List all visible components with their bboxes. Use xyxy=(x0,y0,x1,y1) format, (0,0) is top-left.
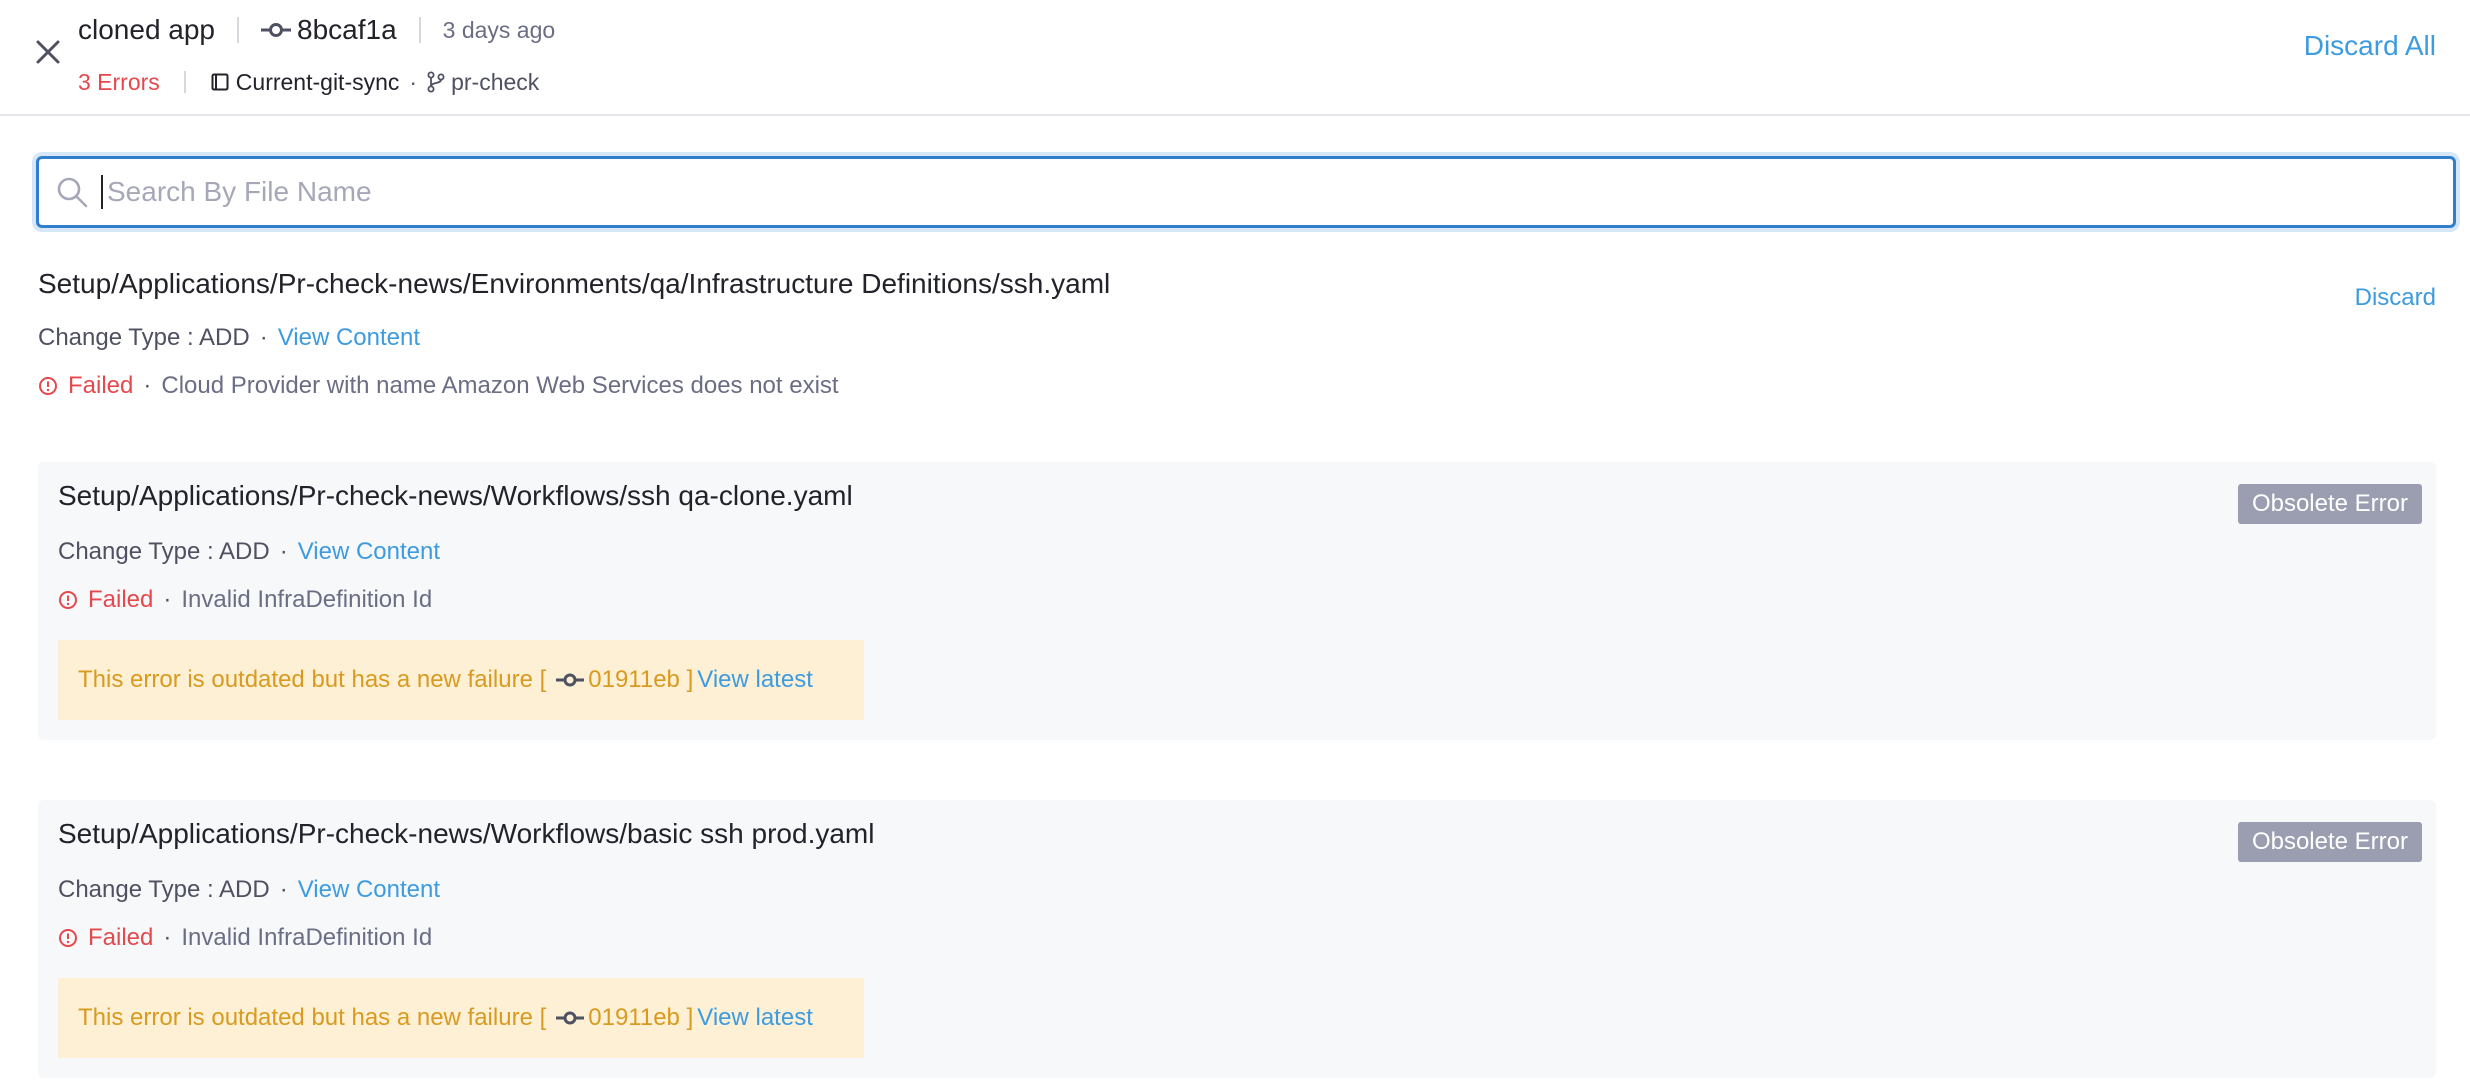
separator-dot: · xyxy=(279,876,288,903)
file-path: Setup/Applications/Pr-check-news/Workflo… xyxy=(58,480,853,511)
notice-commit: 01911eb ] xyxy=(556,1004,693,1032)
error-item: Setup/Applications/Pr-check-news/Workflo… xyxy=(38,462,2436,740)
file-path: Setup/Applications/Pr-check-news/Workflo… xyxy=(58,818,875,849)
book-icon xyxy=(211,73,229,91)
page-header: cloned app 8bcaf1a 3 days ago 3 Errors C… xyxy=(0,0,2470,116)
status-failed: Failed xyxy=(88,586,154,613)
obsolete-error-badge: Obsolete Error xyxy=(2237,822,2422,862)
view-content-link[interactable]: View Content xyxy=(278,324,420,352)
repo-name: Current-git-sync xyxy=(235,68,400,95)
separator-dot: · xyxy=(279,538,288,565)
search-icon xyxy=(55,175,89,209)
divider xyxy=(237,17,240,43)
change-type-row: Change Type : ADD · View Content xyxy=(58,538,440,566)
change-type: Change Type : ADD xyxy=(38,324,250,351)
notice-commit: 01911eb ] xyxy=(556,666,693,694)
view-latest-link[interactable]: View latest xyxy=(697,666,813,694)
status-failed: Failed xyxy=(88,924,154,951)
search-box xyxy=(36,156,2456,228)
change-type: Change Type : ADD xyxy=(58,538,270,565)
view-content-link[interactable]: View Content xyxy=(298,538,440,566)
alert-circle-icon xyxy=(39,377,57,395)
status-row: Failed · Invalid InfraDefinition Id xyxy=(58,586,432,614)
alert-circle-icon xyxy=(59,591,77,609)
git-commit-icon xyxy=(556,673,585,687)
outdated-notice: This error is outdated but has a new fai… xyxy=(58,978,864,1058)
outdated-notice: This error is outdated but has a new fai… xyxy=(58,640,864,720)
file-path: Setup/Applications/Pr-check-news/Environ… xyxy=(38,268,1111,299)
search-input[interactable] xyxy=(103,159,2453,225)
error-message: Cloud Provider with name Amazon Web Serv… xyxy=(161,372,839,399)
repo-label: Current-git-sync xyxy=(210,68,400,96)
app-name: cloned app xyxy=(78,14,216,45)
error-message: Invalid InfraDefinition Id xyxy=(181,586,433,613)
status-failed: Failed xyxy=(68,372,134,399)
git-branch-icon xyxy=(427,71,445,93)
error-item: Setup/Applications/Pr-check-news/Workflo… xyxy=(38,800,2436,1078)
view-content-link[interactable]: View Content xyxy=(298,876,440,904)
separator-dot: · xyxy=(143,372,152,399)
close-icon xyxy=(36,40,60,64)
change-type-row: Change Type : ADD · View Content xyxy=(38,324,420,352)
error-count: 3 Errors xyxy=(78,68,160,95)
divider xyxy=(183,71,186,93)
separator-dot: · xyxy=(163,586,172,613)
separator-dot: · xyxy=(259,324,268,351)
notice-commit-id: 01911eb ] xyxy=(588,666,694,693)
branch-name: pr-check xyxy=(451,68,540,95)
alert-circle-icon xyxy=(59,929,77,947)
close-button[interactable] xyxy=(30,34,66,70)
separator-dot: · xyxy=(163,924,172,951)
error-message: Invalid InfraDefinition Id xyxy=(181,924,433,951)
git-commit-icon xyxy=(556,1011,585,1025)
notice-commit-id: 01911eb ] xyxy=(588,1004,694,1031)
change-type-row: Change Type : ADD · View Content xyxy=(58,876,440,904)
commit-id[interactable]: 8bcaf1a xyxy=(297,14,397,46)
notice-text: This error is outdated but has a new fai… xyxy=(78,666,547,693)
header-title-row: cloned app 8bcaf1a 3 days ago xyxy=(78,8,555,52)
discard-button[interactable]: Discard xyxy=(2355,284,2436,312)
git-commit-icon xyxy=(261,22,292,38)
header-meta-row: 3 Errors Current-git-sync · pr-check xyxy=(78,64,539,100)
separator-dot: · xyxy=(409,68,418,95)
discard-all-button[interactable]: Discard All xyxy=(2304,30,2436,62)
branch-label: pr-check xyxy=(427,69,539,96)
status-row: Failed · Invalid InfraDefinition Id xyxy=(58,924,432,952)
divider xyxy=(418,17,421,43)
view-latest-link[interactable]: View latest xyxy=(697,1004,813,1032)
change-type: Change Type : ADD xyxy=(58,876,270,903)
notice-text: This error is outdated but has a new fai… xyxy=(78,1004,547,1031)
commit-time: 3 days ago xyxy=(442,16,556,43)
obsolete-error-badge: Obsolete Error xyxy=(2237,484,2422,524)
error-item: Setup/Applications/Pr-check-news/Environ… xyxy=(38,262,2436,412)
status-row: Failed · Cloud Provider with name Amazon… xyxy=(38,372,839,400)
